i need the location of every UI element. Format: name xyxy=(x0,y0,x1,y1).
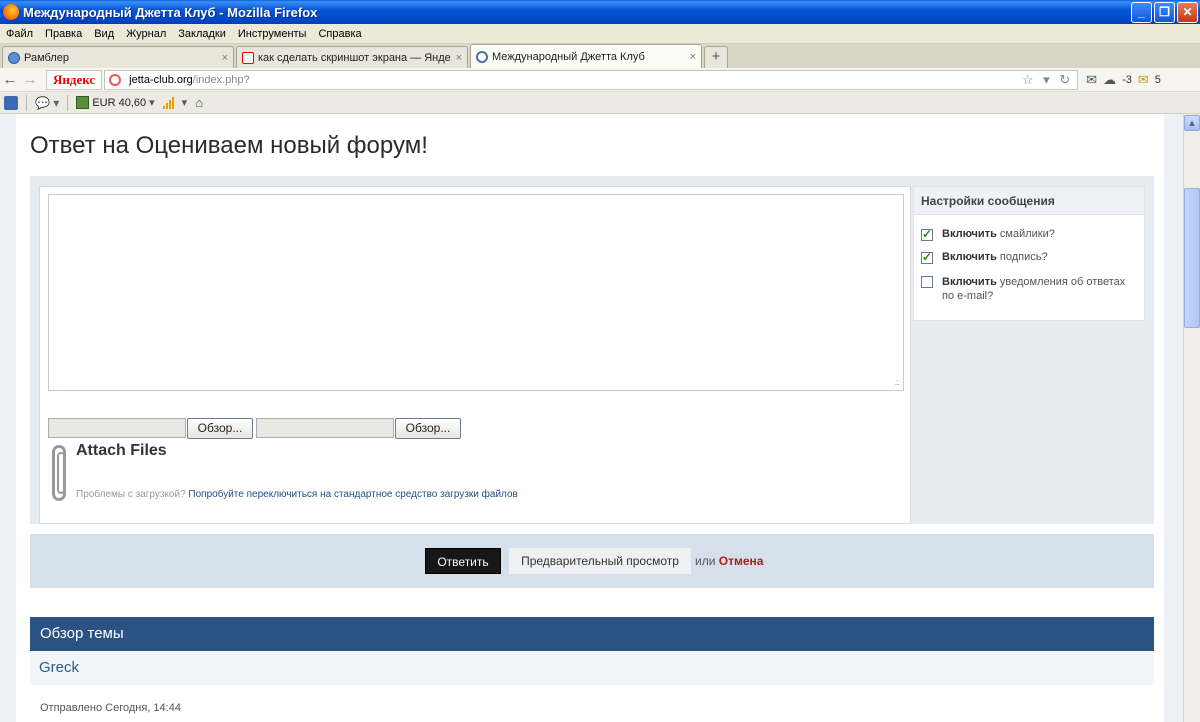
file-path-field[interactable] xyxy=(256,418,394,438)
rambler-icon xyxy=(8,51,20,64)
checkbox-email-notify[interactable] xyxy=(921,276,933,288)
window-title: Международный Джетта Клуб - Mozilla Fire… xyxy=(23,4,318,20)
close-window-button[interactable]: ✕ xyxy=(1177,2,1198,23)
page-content: Ответ на Оцениваем новый форум! .:. Обзо… xyxy=(16,114,1164,722)
upload-hint: Проблемы с загрузкой? Попробуйте переклю… xyxy=(76,489,518,500)
option-signature[interactable]: Включить подпись? xyxy=(921,250,1136,264)
tab-yandex-search[interactable]: как сделать скриншот экрана — Янде... × xyxy=(236,46,468,68)
menu-tools[interactable]: Инструменты xyxy=(238,28,307,40)
editor-panel: .:. Обзор... Обзор... Attach Files Пробл… xyxy=(39,186,911,524)
standard-uploader-link[interactable]: Попробуйте переключиться на стандартное … xyxy=(188,489,517,500)
site-identity-icon[interactable] xyxy=(109,73,122,86)
post-meta: Отправлено Сегодня, 14:44 xyxy=(40,702,181,714)
upload-hint-text: Проблемы с загрузкой? xyxy=(76,489,186,500)
tab-label: как сделать скриншот экрана — Янде... xyxy=(258,51,452,64)
message-textarea[interactable]: .:. xyxy=(48,194,904,391)
back-icon[interactable]: ← xyxy=(0,71,20,88)
bar-icon[interactable] xyxy=(4,95,18,110)
paperclip-icon xyxy=(52,445,66,501)
cancel-link[interactable]: Отмена xyxy=(719,554,764,568)
chat-icon[interactable]: 💬 ▾ xyxy=(35,96,59,110)
option-bold: Включить xyxy=(942,228,997,240)
firefox-icon xyxy=(3,4,19,20)
currency-widget[interactable]: EUR 40,60 ▾ xyxy=(76,96,155,109)
preview-button[interactable]: Предварительный просмотр xyxy=(509,548,691,574)
currency-icon xyxy=(76,96,90,109)
resize-grip-icon[interactable]: .:. xyxy=(894,377,899,387)
option-bold: Включить xyxy=(942,251,997,263)
option-bold: Включить xyxy=(942,276,997,288)
page-title: Ответ на Оцениваем новый форум! xyxy=(30,132,428,159)
chevron-down-icon[interactable]: ▾ xyxy=(149,96,155,109)
reply-form: .:. Обзор... Обзор... Attach Files Пробл… xyxy=(30,176,1154,524)
option-email-notify[interactable]: Включить уведомления об ответах по e-mai… xyxy=(921,275,1136,303)
checkbox-smilies[interactable] xyxy=(921,227,933,241)
browse-button[interactable]: Обзор... xyxy=(395,418,461,439)
attach-files-title: Attach Files xyxy=(76,442,167,459)
toolbar-separator xyxy=(26,94,27,111)
notification-count: 5 xyxy=(1154,73,1161,86)
notification-icon[interactable]: ✉ xyxy=(1138,72,1149,88)
post-author[interactable]: Greck xyxy=(30,651,1154,685)
weather-icon[interactable]: ☁ xyxy=(1103,72,1116,88)
mail-icon[interactable]: ✉ xyxy=(1086,72,1097,88)
file-input-1[interactable]: Обзор... xyxy=(48,418,253,439)
vw-icon xyxy=(476,50,488,63)
menu-bookmarks[interactable]: Закладки xyxy=(178,28,226,40)
menu-help[interactable]: Справка xyxy=(318,28,361,40)
minimize-button[interactable]: _ xyxy=(1131,2,1152,23)
currency-value: EUR 40,60 xyxy=(92,96,147,109)
addons-toolbar: 💬 ▾ EUR 40,60 ▾ ▾ ⌂ xyxy=(0,92,1200,114)
navigation-bar: ← → Яндекс jetta-club.org/index.php? ☆ ▾… xyxy=(0,68,1200,92)
reply-button[interactable]: Ответить xyxy=(425,548,501,574)
yandex-icon xyxy=(242,51,254,64)
menu-file[interactable]: Файл xyxy=(6,28,33,40)
or-separator: или Отмена xyxy=(695,554,763,568)
url-host: jetta-club.org xyxy=(129,73,193,86)
new-tab-button[interactable]: + xyxy=(704,46,728,68)
message-settings: Настройки сообщения Включить смайлики? В… xyxy=(913,186,1145,321)
option-smilies[interactable]: Включить смайлики? xyxy=(921,227,1136,241)
tab-label: Рамблер xyxy=(24,51,69,64)
yandex-label: Яндекс xyxy=(53,71,96,87)
close-tab-icon[interactable]: × xyxy=(456,52,462,64)
file-path-field[interactable] xyxy=(48,418,186,438)
maximize-button[interactable]: ❐ xyxy=(1154,2,1175,23)
tab-bar: Рамблер × как сделать скриншот экрана — … xyxy=(0,44,1200,68)
chevron-down-icon[interactable]: ▾ xyxy=(182,96,188,109)
tab-rambler[interactable]: Рамблер × xyxy=(2,46,234,68)
tab-jetta-club[interactable]: Международный Джетта Клуб × xyxy=(470,44,702,68)
window-titlebar: Международный Джетта Клуб - Mozilla Fire… xyxy=(0,0,1200,24)
close-tab-icon[interactable]: × xyxy=(222,52,228,64)
url-actions-icon[interactable]: ☆ ▾ ↻ xyxy=(1022,72,1077,88)
close-tab-icon[interactable]: × xyxy=(690,51,696,63)
menu-edit[interactable]: Правка xyxy=(45,28,82,40)
topic-review-header: Обзор темы xyxy=(30,617,1154,651)
option-text: подпись? xyxy=(996,251,1048,263)
scroll-up-icon[interactable]: ▲ xyxy=(1184,115,1200,131)
signal-icon[interactable] xyxy=(162,96,174,109)
url-path: /index.php? xyxy=(192,73,250,86)
forward-icon[interactable]: → xyxy=(20,71,40,88)
scrollbar-thumb[interactable] xyxy=(1184,188,1200,328)
weather-value: -3 xyxy=(1122,73,1132,86)
vertical-scrollbar[interactable]: ▲ xyxy=(1183,114,1200,722)
submit-bar: Ответить Предварительный просмотр или От… xyxy=(30,534,1154,588)
home-icon[interactable]: ⌂ xyxy=(195,95,203,110)
nav-extras: ✉ ☁ -3 ✉ 5 xyxy=(1086,72,1161,88)
window-controls: _ ❐ ✕ xyxy=(1131,2,1198,23)
tab-label: Международный Джетта Клуб xyxy=(492,50,645,63)
toolbar-separator xyxy=(67,94,69,111)
settings-title: Настройки сообщения xyxy=(914,187,1144,215)
file-input-2[interactable]: Обзор... xyxy=(256,418,461,439)
menu-view[interactable]: Вид xyxy=(94,28,114,40)
yandex-button[interactable]: Яндекс xyxy=(46,69,103,90)
or-label: или xyxy=(695,554,716,568)
browse-button[interactable]: Обзор... xyxy=(187,418,253,439)
checkbox-signature[interactable] xyxy=(921,250,933,264)
option-text: смайлики? xyxy=(996,228,1055,240)
menu-history[interactable]: Журнал xyxy=(126,28,166,40)
menu-bar: Файл Правка Вид Журнал Закладки Инструме… xyxy=(0,24,1200,44)
url-bar[interactable]: jetta-club.org/index.php? ☆ ▾ ↻ xyxy=(104,69,1079,90)
